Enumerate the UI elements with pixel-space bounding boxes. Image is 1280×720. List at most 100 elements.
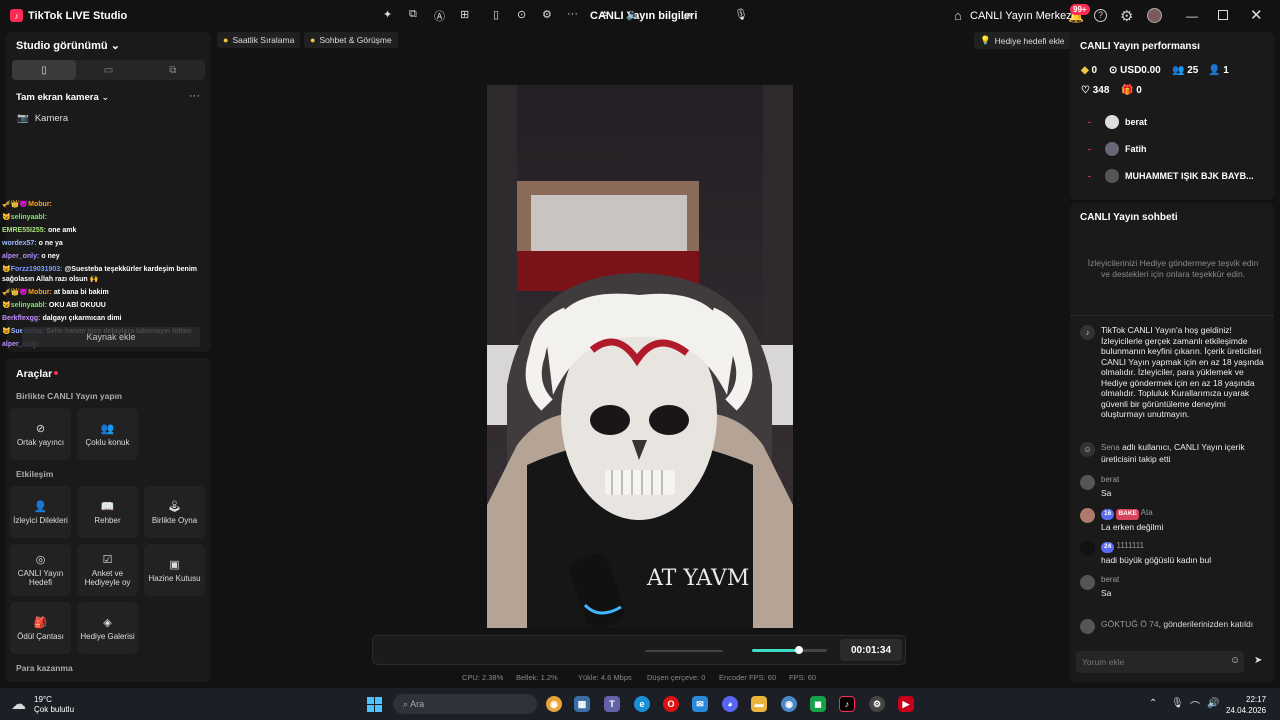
maximize-icon[interactable]: [1218, 10, 1228, 20]
chat-message[interactable]: berat Sa: [1080, 475, 1270, 498]
chat-username[interactable]: Ata: [1141, 508, 1153, 517]
chrome-active-icon[interactable]: ◉: [781, 696, 797, 712]
app-green-icon[interactable]: ◼: [810, 696, 826, 712]
portrait-layout-button[interactable]: ▯: [12, 60, 77, 80]
avatar: [1080, 619, 1095, 634]
send-icon[interactable]: ➤: [1254, 655, 1262, 666]
help-icon[interactable]: ?: [1094, 9, 1107, 22]
diamond-icon: ◆: [1081, 65, 1089, 76]
home-icon[interactable]: ⌂: [954, 8, 962, 23]
treasure-box-button[interactable]: ▣ Hazine Kutusu: [144, 544, 205, 596]
phone-icon[interactable]: ▯: [493, 8, 499, 21]
guide-button[interactable]: 📖 Rehber: [77, 486, 138, 538]
mic-slider-handle[interactable]: [795, 646, 803, 654]
ai-icon[interactable]: Ⓐ: [434, 8, 445, 24]
edge-icon[interactable]: e: [634, 696, 650, 712]
group-icon: 👥: [100, 422, 115, 435]
camera-settings-icon[interactable]: ⚙: [542, 8, 552, 21]
live-center-button[interactable]: CANLI Yayın Merkezi: [970, 10, 1074, 22]
viewer-requests-button[interactable]: 👤 İzleyici Dilekleri: [10, 486, 71, 538]
poll-icon: ☑: [102, 554, 113, 566]
minimize-icon[interactable]: —: [1186, 9, 1198, 23]
gift-gallery-button[interactable]: ◈ Hediye Galerisi: [77, 602, 138, 654]
sticker-icon[interactable]: ⊞: [460, 8, 469, 21]
follow-text: adlı kullanıcı, CANLI Yayın içerik üreti…: [1101, 442, 1245, 464]
chat-username[interactable]: berat: [1101, 575, 1119, 584]
top-viewer-row[interactable]: - berat: [1088, 115, 1147, 129]
teams-icon[interactable]: T: [604, 696, 620, 712]
camera-source[interactable]: 📷 Kamera: [17, 113, 68, 124]
chat-message[interactable]: berat Sa: [1080, 575, 1270, 598]
more-options-icon[interactable]: ···: [189, 90, 200, 102]
gift-goal-button[interactable]: 💡 Hediye hedefi ekle: [974, 32, 1071, 49]
overlay-username: selinyaabl:: [10, 214, 47, 221]
chat-message[interactable]: 16 BAKE Ata La erken değilmi: [1080, 508, 1270, 532]
multi-guest-button[interactable]: 👥 Çoklu konuk: [77, 408, 138, 460]
chat-message[interactable]: 24 1111111 hadi büyük göğüslü kadın bul: [1080, 541, 1270, 565]
weather-widget[interactable]: 19°C Çok bulutlu: [34, 695, 74, 715]
overlay-message: OKU ABİ OKUUU: [48, 302, 106, 309]
hourly-ranking-button[interactable]: ● Saatlik Sıralama: [217, 32, 301, 48]
rank-dash: -: [1088, 144, 1091, 154]
magic-wand-icon[interactable]: ✦: [383, 8, 392, 21]
comment-input[interactable]: [1076, 651, 1244, 673]
youtube-icon[interactable]: ▶: [898, 696, 914, 712]
top-viewer-row[interactable]: - Fatih: [1088, 142, 1147, 156]
studio-view-dropdown[interactable]: Studio görünümü ⌄: [16, 39, 120, 52]
reward-bag-button[interactable]: 🎒 Ödül Çantası: [10, 602, 71, 654]
chrome-icon[interactable]: ◉: [546, 696, 562, 712]
chevron-up-icon[interactable]: ⌃: [1149, 698, 1157, 709]
co-host-button[interactable]: ⊘ Ortak yayıncı: [10, 408, 71, 460]
chat-meet-button[interactable]: ● Sohbet & Görüşme: [304, 32, 398, 48]
overlay-chat-line: 😺selinyaabl:: [2, 213, 207, 223]
microphone-tray-icon[interactable]: 🎙: [1171, 698, 1184, 709]
add-source-button[interactable]: Kaynak ekle: [22, 327, 200, 347]
guide-label: Rehber: [94, 515, 121, 525]
taskbar-clock[interactable]: 22:17 24.04.2026: [1226, 694, 1266, 716]
fan-club-badge: BAKE: [1116, 509, 1139, 520]
share-icon[interactable]: ⇗: [682, 9, 692, 23]
scene-dropdown[interactable]: Tam ekran kamera ⌄: [16, 92, 109, 103]
store-icon[interactable]: ▦: [574, 696, 590, 712]
volume-slider[interactable]: [645, 650, 723, 652]
chat-username[interactable]: berat: [1101, 475, 1119, 484]
mail-icon[interactable]: ✉: [692, 696, 708, 712]
chat-username[interactable]: 1111111: [1116, 541, 1144, 550]
upload-stat: Yükle: 4.6 Mbps: [578, 673, 632, 682]
folder-icon[interactable]: ▬: [751, 696, 767, 712]
gear-icon[interactable]: ⚙: [1120, 7, 1133, 25]
start-button[interactable]: [367, 697, 382, 712]
tiktok-studio-icon[interactable]: ♪: [839, 696, 855, 712]
microphone-icon[interactable]: 🎙: [734, 8, 748, 21]
landscape-layout-button[interactable]: ▭: [76, 60, 140, 80]
overlay-chat-line: 🎺👑😈Mobur:: [2, 200, 207, 210]
temperature: 19°C: [34, 695, 52, 704]
record-icon[interactable]: ⊙: [517, 8, 526, 21]
close-icon[interactable]: ✕: [1250, 6, 1263, 24]
steam-icon[interactable]: ⚙: [869, 696, 885, 712]
emoji-icon[interactable]: ☺: [1230, 655, 1240, 666]
avatar: [1105, 169, 1119, 183]
dual-layout-button[interactable]: ⧉: [141, 60, 205, 80]
speaker-icon[interactable]: 🔈: [626, 8, 640, 21]
taskbar-search[interactable]: ⌕ Ara: [393, 694, 537, 714]
tiktok-logo-icon: ♪: [10, 9, 23, 22]
viewers-count: 25: [1187, 65, 1199, 76]
top-viewer-row[interactable]: - MUHAMMET IŞIK BJK BAYB...: [1088, 169, 1254, 183]
overlay-username: alper_only:: [2, 253, 40, 260]
joystick-icon: 🕹: [167, 500, 182, 513]
live-goal-button[interactable]: ◎ CANLI Yayın Hedefi: [10, 544, 71, 596]
discord-icon[interactable]: ◕: [722, 696, 738, 712]
play-together-button[interactable]: 🕹 Birlikte Oyna: [144, 486, 205, 538]
volume-icon[interactable]: 🔊: [1207, 698, 1219, 709]
multi-guest-label: Çoklu konuk: [85, 437, 130, 447]
poll-button[interactable]: ☑ Anket ve Hediyeyle oy: [77, 544, 138, 596]
avatar[interactable]: [1147, 8, 1162, 23]
more-icon[interactable]: ···: [567, 8, 578, 20]
target-icon: ◎: [35, 554, 46, 566]
sliders-icon[interactable]: ≑: [600, 8, 609, 21]
opera-icon[interactable]: O: [663, 696, 679, 712]
avatar: [1105, 115, 1119, 129]
network-icon[interactable]: ⌒: [1190, 698, 1200, 713]
effects-icon[interactable]: ⧉: [409, 8, 417, 21]
